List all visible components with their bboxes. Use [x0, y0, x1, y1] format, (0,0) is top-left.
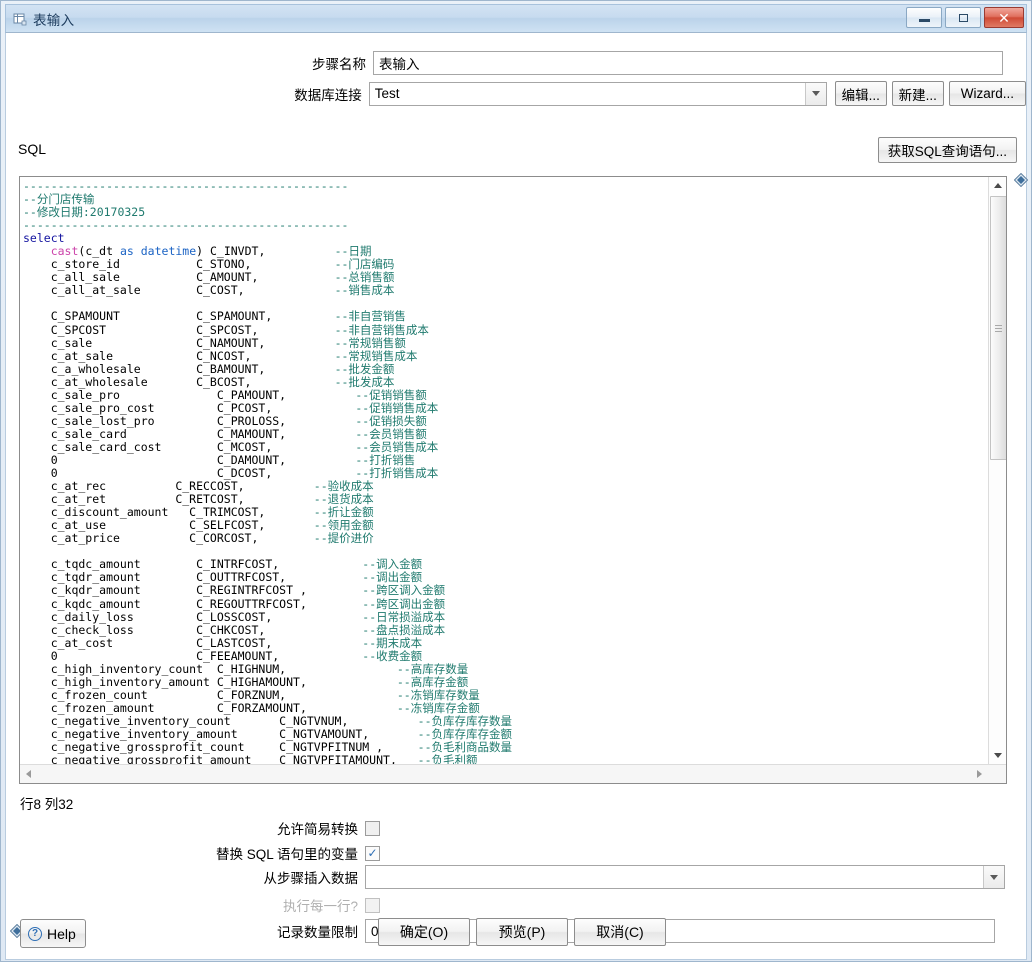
table-input-dialog: 表输入 ✕ 步骤名称 数据库连接 编辑... 新建... Wizard... S… — [0, 0, 1032, 962]
replace-variables-checkbox[interactable]: ✓ — [365, 845, 380, 861]
question-mark-icon: ? — [28, 926, 42, 941]
insert-from-step-combo[interactable] — [365, 865, 1005, 889]
cursor-position-status: 行8 列32 — [20, 797, 74, 812]
scroll-down-icon[interactable] — [989, 747, 1006, 764]
scroll-left-icon[interactable] — [20, 765, 37, 782]
sql-editor-text-area[interactable]: ----------------------------------------… — [20, 177, 988, 764]
step-name-input[interactable] — [373, 51, 1003, 75]
insert-from-step-label: 从步骤插入数据 — [263, 871, 359, 886]
close-button[interactable]: ✕ — [984, 7, 1024, 28]
execute-each-row-row: 执行每一行? — [6, 895, 1016, 915]
help-button[interactable]: ? Help — [20, 919, 86, 948]
close-icon: ✕ — [998, 9, 1010, 26]
dialog-body: 步骤名称 数据库连接 编辑... 新建... Wizard... SQL 获取S… — [5, 33, 1029, 960]
window-title: 表输入 — [33, 12, 75, 28]
connection-combo[interactable] — [368, 81, 827, 106]
allow-simple-transform-label: 允许简易转换 — [277, 822, 358, 837]
ok-button[interactable]: 确定(O) — [378, 918, 470, 946]
replace-variables-row: 替换 SQL 语句里的变量 ✓ — [6, 843, 1016, 863]
scroll-right-icon[interactable] — [971, 765, 988, 782]
check-icon: ✓ — [367, 846, 378, 860]
vertical-scrollbar-thumb[interactable] — [990, 196, 1006, 460]
sql-editor[interactable]: ----------------------------------------… — [19, 176, 1007, 784]
execute-each-row-label: 执行每一行? — [282, 899, 358, 914]
help-button-label: Help — [47, 925, 76, 942]
editor-resize-handle-icon[interactable] — [1013, 172, 1029, 188]
maximize-button[interactable] — [945, 7, 981, 28]
replace-variables-label: 替换 SQL 语句里的变量 — [215, 847, 358, 862]
preview-button[interactable]: 预览(P) — [476, 918, 568, 946]
sql-code[interactable]: ----------------------------------------… — [23, 179, 988, 764]
connection-label: 数据库连接 — [294, 87, 362, 103]
connection-row: 数据库连接 编辑... 新建... Wizard... — [6, 81, 1026, 106]
step-name-label: 步骤名称 — [312, 57, 366, 72]
insert-from-step-row: 从步骤插入数据 — [6, 865, 1026, 889]
get-sql-button[interactable]: 获取SQL查询语句... — [877, 137, 1017, 163]
table-input-icon — [13, 12, 27, 26]
execute-each-row-checkbox — [365, 897, 380, 913]
title-bar: 表输入 ✕ — [5, 4, 1027, 33]
edit-connection-button[interactable]: 编辑... — [834, 81, 887, 106]
minimize-button[interactable] — [906, 7, 942, 28]
allow-simple-transform-row: 允许简易转换 — [6, 818, 1016, 838]
window-controls: ✕ — [906, 7, 1024, 28]
chevron-down-icon[interactable] — [804, 82, 826, 105]
step-name-row: 步骤名称 — [6, 51, 1016, 75]
chevron-down-icon[interactable] — [983, 866, 1004, 888]
dialog-footer: ? Help 确定(O) 预览(P) 取消(C) — [6, 913, 1026, 959]
scroll-up-icon[interactable] — [989, 177, 1006, 194]
new-connection-button[interactable]: 新建... — [891, 81, 944, 106]
wizard-button[interactable]: Wizard... — [948, 81, 1026, 106]
editor-horizontal-scrollbar[interactable] — [20, 764, 1006, 783]
sql-section-label: SQL — [18, 141, 47, 157]
scrollbar-grip-icon — [995, 323, 1002, 334]
insert-from-step-input[interactable] — [365, 865, 1005, 889]
connection-input[interactable] — [368, 81, 827, 106]
allow-simple-transform-checkbox[interactable] — [365, 820, 380, 836]
editor-vertical-scrollbar[interactable] — [988, 177, 1006, 764]
cancel-button[interactable]: 取消(C) — [574, 918, 666, 946]
